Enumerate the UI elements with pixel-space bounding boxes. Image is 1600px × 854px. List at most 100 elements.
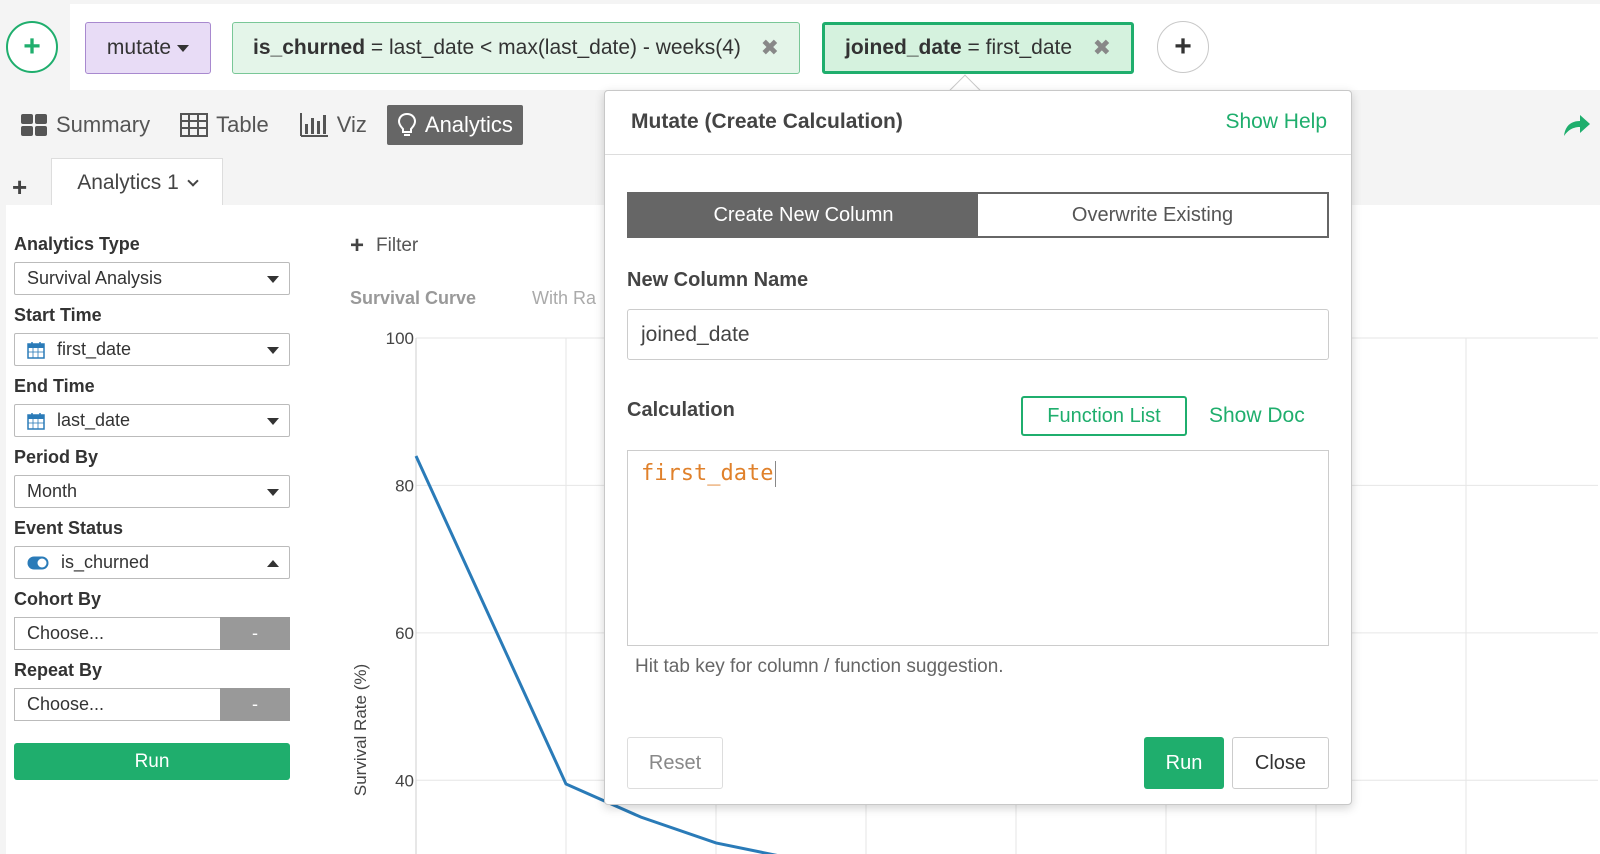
event-status-label: Event Status (14, 518, 124, 538)
plus-icon: + (12, 172, 28, 202)
start-time-label: Start Time (14, 305, 102, 325)
caret-down-icon (267, 489, 279, 496)
button-label: Function List (1047, 404, 1161, 427)
y-tick-label: 40 (395, 771, 414, 790)
tab-survival-curve[interactable]: Survival Curve (350, 288, 476, 309)
event-status-select[interactable]: is_churned (14, 546, 290, 579)
tab-label: Summary (56, 112, 151, 137)
tab-label: Viz (336, 112, 367, 137)
button-label: Reset (648, 751, 702, 774)
lightbulb-icon (397, 112, 416, 136)
popover-header: Mutate (Create Calculation) Show Help (605, 91, 1351, 155)
share-icon[interactable] (1562, 112, 1592, 138)
calculation-code: first_date (641, 461, 774, 486)
step-chip-is-churned[interactable]: is_churned = last_date < max(last_date) … (232, 22, 800, 74)
start-time-select[interactable]: first_date (14, 333, 290, 366)
end-time-label: End Time (14, 376, 95, 396)
mode-toggle: Create New Column Overwrite Existing (627, 192, 1329, 238)
plus-icon: + (23, 30, 41, 63)
analytics-settings-panel: Analytics Type Survival Analysis Start T… (14, 234, 290, 780)
add-filter-button[interactable]: + Filter (350, 232, 418, 260)
repeat-by-option-button[interactable]: - (220, 688, 290, 721)
tab-label: Analytics (424, 112, 513, 137)
step-expression: = last_date < max(last_date) - weeks(4) (365, 36, 741, 59)
close-icon[interactable]: ✖ (761, 35, 779, 61)
end-time-select[interactable]: last_date (14, 404, 290, 437)
y-tick-label: 80 (395, 476, 414, 495)
repeat-by-select[interactable]: Choose... (14, 688, 220, 721)
step-expression: = first_date (961, 36, 1073, 59)
y-axis-label: Survival Rate (%) (351, 664, 370, 796)
mode-overwrite-existing[interactable]: Overwrite Existing (978, 194, 1327, 236)
select-value: Month (27, 481, 78, 501)
caret-down-icon (267, 276, 279, 283)
run-button[interactable]: Run (1144, 737, 1224, 789)
view-tabs: Summary Table Viz Analytics (0, 104, 523, 146)
show-help-link[interactable]: Show Help (1225, 110, 1327, 134)
command-menu[interactable]: mutate (85, 22, 211, 74)
calendar-icon (27, 341, 45, 359)
cohort-by-label: Cohort By (14, 589, 101, 609)
step-column-name: is_churned (253, 36, 366, 59)
command-label: mutate (106, 36, 172, 59)
calculation-label: Calculation (627, 399, 735, 421)
tab-summary[interactable]: Summary (10, 105, 160, 145)
reset-button[interactable]: Reset (627, 737, 723, 789)
select-value: Choose... (27, 623, 105, 643)
period-by-label: Period By (14, 447, 99, 467)
toggle-icon (27, 556, 49, 569)
add-step-button[interactable]: + (6, 21, 58, 73)
filter-label: Filter (376, 235, 419, 256)
bar-chart-icon (299, 113, 328, 137)
tab-label: Table (216, 112, 269, 137)
chevron-down-icon (187, 174, 199, 187)
function-list-button[interactable]: Function List (1021, 396, 1187, 436)
step-column-name: joined_date (845, 36, 962, 59)
y-tick-label: 60 (395, 624, 414, 643)
close-icon[interactable]: ✖ (1093, 35, 1111, 61)
select-value: Choose... (27, 694, 105, 714)
calculation-editor[interactable]: first_date (627, 450, 1329, 646)
select-value: Survival Analysis (27, 268, 163, 288)
run-analytics-button[interactable]: Run (14, 743, 290, 780)
tab-table[interactable]: Table (170, 105, 279, 145)
analytics-type-label: Analytics Type (14, 234, 140, 254)
mutate-popover: Mutate (Create Calculation) Show Help Cr… (604, 90, 1352, 805)
mode-create-new-column[interactable]: Create New Column (629, 194, 978, 236)
step-bar: + mutate is_churned = last_date < max(la… (0, 0, 1600, 90)
add-analytics-tab-button[interactable]: + (12, 172, 27, 203)
repeat-by-label: Repeat By (14, 660, 103, 680)
new-column-name-label: New Column Name (627, 269, 809, 291)
plus-icon: + (350, 232, 365, 259)
button-label: Close (1254, 751, 1307, 774)
table-icon (180, 113, 209, 137)
popover-title: Mutate (Create Calculation) (631, 110, 903, 133)
close-button[interactable]: Close (1232, 737, 1329, 789)
cohort-by-select[interactable]: Choose... (14, 617, 220, 650)
cohort-by-field: Choose... - (14, 617, 290, 650)
tab-viz[interactable]: Viz (289, 105, 377, 145)
grid-icon (21, 114, 47, 136)
cohort-by-option-button[interactable]: - (220, 617, 290, 650)
tab-with-rate[interactable]: With Ra (532, 288, 602, 309)
tab-label: Analytics 1 (77, 170, 179, 194)
caret-down-icon (267, 347, 279, 354)
period-by-select[interactable]: Month (14, 475, 290, 508)
add-step-after-button[interactable]: + (1157, 21, 1209, 73)
step-chip-joined-date[interactable]: joined_date = first_date ✖ (822, 22, 1134, 74)
text-cursor (775, 461, 777, 487)
input-value: joined_date (641, 322, 750, 346)
button-label: - (252, 694, 258, 714)
tab-analytics-1[interactable]: Analytics 1 (51, 158, 223, 206)
tab-analytics[interactable]: Analytics (386, 105, 523, 145)
repeat-by-field: Choose... - (14, 688, 290, 721)
y-tick-label: 100 (386, 329, 414, 348)
button-label: Run (1165, 751, 1203, 774)
button-label: - (252, 623, 258, 643)
analytics-type-select[interactable]: Survival Analysis (14, 262, 290, 295)
show-doc-link[interactable]: Show Doc (1209, 404, 1305, 428)
caret-down-icon (267, 418, 279, 425)
new-column-name-input[interactable]: joined_date (627, 309, 1329, 360)
calendar-icon (27, 412, 45, 430)
calculation-hint: Hit tab key for column / function sugges… (635, 656, 1004, 677)
